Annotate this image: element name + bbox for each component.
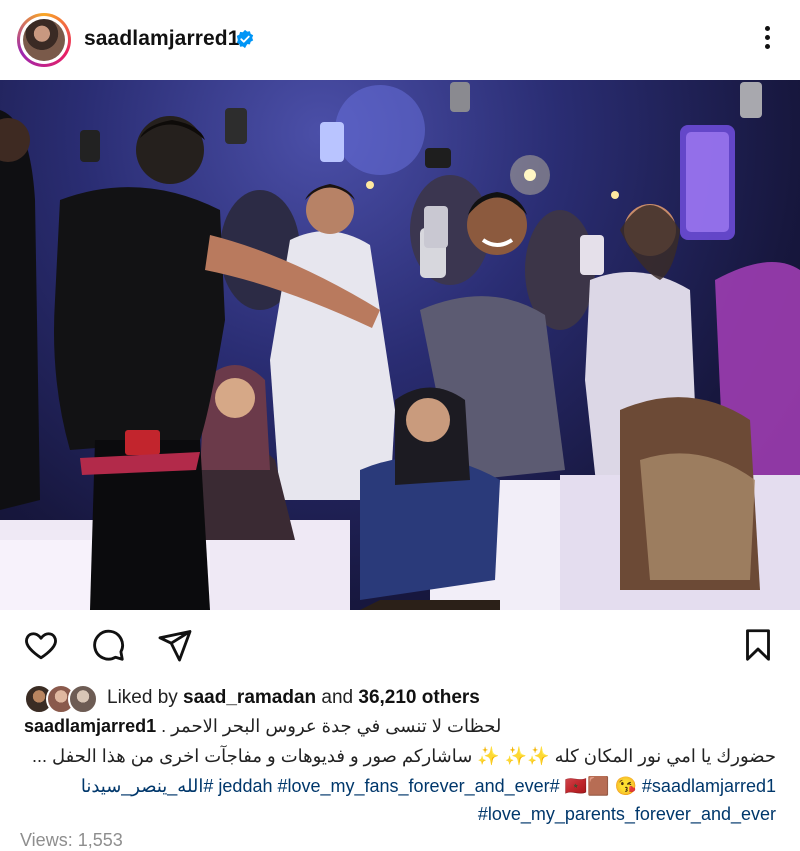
more-options-icon[interactable] (755, 22, 779, 58)
caption-hashtags[interactable]: #jeddah #love_my_fans_forever_and_ever #… (81, 776, 560, 796)
heart-icon[interactable] (23, 627, 59, 663)
likes-middle: and (316, 687, 359, 708)
views-count: Views: 1,553 (20, 830, 123, 850)
liker-avatar[interactable] (68, 684, 98, 714)
liked-by-user[interactable]: saad_ramadan (183, 687, 316, 708)
post-action-bar (0, 615, 800, 675)
concert-crowd-illustration (0, 82, 800, 610)
avatar-image (23, 19, 65, 61)
paper-plane-icon[interactable] (157, 627, 193, 663)
caption-hashtag-parents[interactable]: #love_my_parents_forever_and_ever (478, 804, 776, 825)
caption-username[interactable]: saadlamjarred1 (24, 716, 156, 736)
caption-emojis: 🇲🇦🟫 😘 (559, 776, 642, 796)
post-photo[interactable] (0, 80, 800, 610)
post-header: saadlamjarred1 (0, 0, 800, 80)
avatar-ring-inner (20, 16, 68, 64)
likes-prefix: Liked by (107, 687, 184, 708)
comment-icon[interactable] (90, 627, 126, 663)
verified-badge-icon (236, 29, 254, 49)
caption-text-1: لحظات لا تنسى في جدة عروس البحر الاحمر . (161, 716, 502, 736)
caption-hashtag-username[interactable]: #saadlamjarred1 (642, 776, 776, 796)
caption-line-3: #jeddah #love_my_fans_forever_and_ever #… (81, 776, 776, 797)
caption-text-2: حضورك يا امي نور المكان كله ✨✨ ✨ ساشاركم… (31, 746, 776, 766)
profile-avatar[interactable] (17, 13, 71, 67)
likes-summary[interactable]: Liked by saad_ramadan and 36,210 others (107, 687, 480, 709)
bookmark-icon[interactable] (740, 627, 776, 663)
likes-count[interactable]: 36,210 others (358, 687, 479, 708)
caption-line-1: saadlamjarred1 لحظات لا تنسى في جدة عروس… (24, 716, 501, 737)
post-username[interactable]: saadlamjarred1 (84, 27, 240, 51)
likes-row: Liked by saad_ramadan and 36,210 others (0, 680, 800, 716)
